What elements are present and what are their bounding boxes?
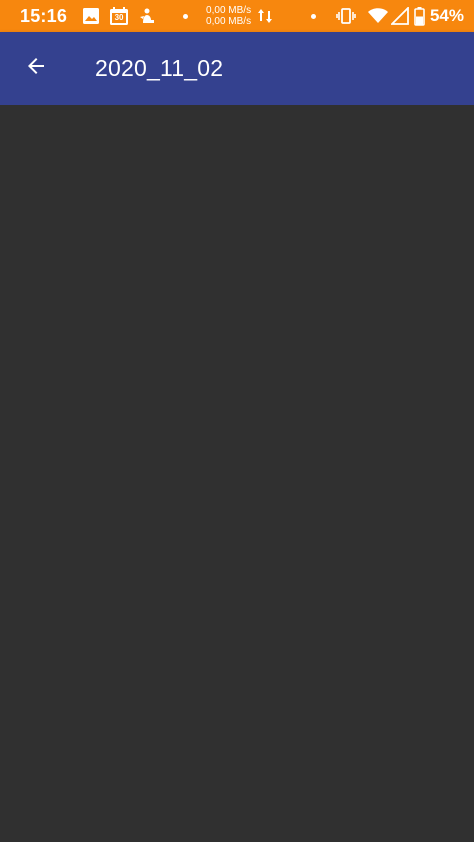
data-transfer-icon xyxy=(255,6,275,26)
app-bar: 2020_11_02 xyxy=(0,32,474,105)
status-bar: 15:16 30 0,00 MB/s 0,00 MB/s 54% xyxy=(0,0,474,32)
arrow-back-icon xyxy=(24,54,48,83)
status-time: 15:16 xyxy=(20,5,68,26)
content-area xyxy=(0,105,474,842)
notification-app-icon xyxy=(137,6,157,26)
vibrate-icon xyxy=(336,6,356,26)
page-title: 2020_11_02 xyxy=(95,55,224,81)
wifi-icon xyxy=(367,6,388,26)
net-speed: 0,00 MB/s 0,00 MB/s xyxy=(206,5,251,27)
screen: 15:16 30 0,00 MB/s 0,00 MB/s 54% 2020_11… xyxy=(0,0,474,842)
net-speed-up: 0,00 MB/s xyxy=(206,5,252,16)
back-button[interactable] xyxy=(0,32,72,105)
calendar-day: 30 xyxy=(114,13,124,22)
notification-dot xyxy=(183,13,189,19)
status-right-icons: 54% xyxy=(310,6,464,26)
cell-signal-icon xyxy=(390,6,410,26)
net-speed-down: 0,00 MB/s xyxy=(206,16,252,27)
notification-dot-2 xyxy=(310,13,316,19)
battery-percent: 54% xyxy=(429,6,464,25)
calendar-icon: 30 xyxy=(109,6,129,26)
image-icon xyxy=(81,6,101,26)
battery-icon xyxy=(414,6,426,26)
